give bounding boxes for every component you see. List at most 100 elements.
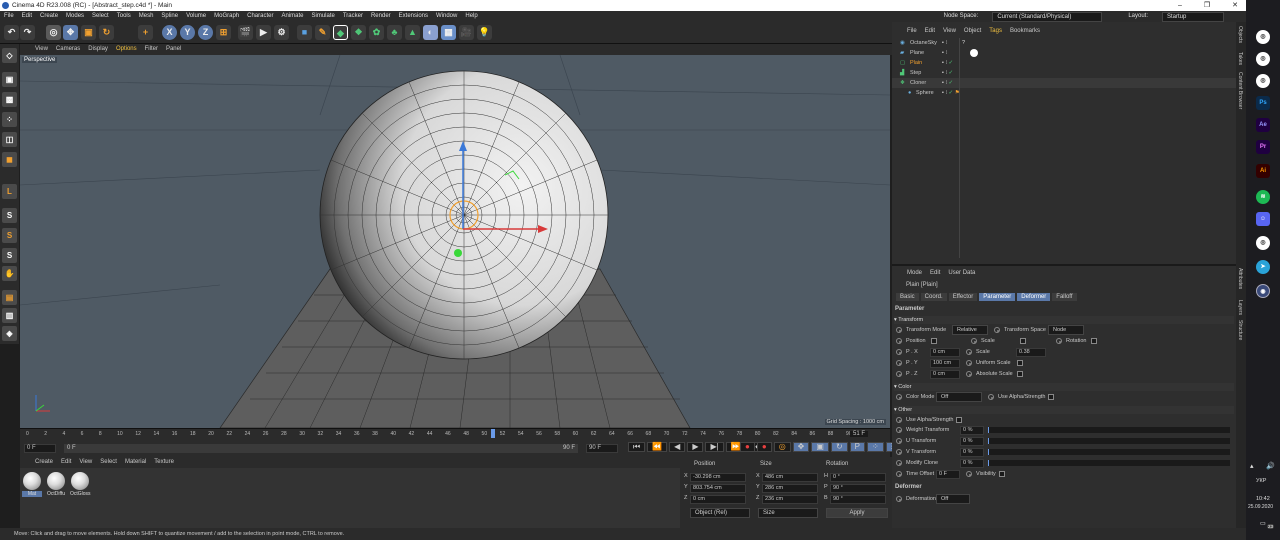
absolute-scale-checkbox[interactable] (1017, 371, 1023, 377)
scale-input[interactable]: 0.38 (1016, 347, 1046, 357)
telegram-icon[interactable]: ➤ (1256, 260, 1270, 274)
viewport-menu-options[interactable]: Options (116, 44, 137, 55)
menu-tools[interactable]: Tools (117, 11, 131, 22)
volume-icon[interactable]: 🔊 (1266, 462, 1275, 470)
object-row-plain[interactable]: ▢ Plain ▪ ⁞ ✓ (892, 58, 1236, 68)
color-section-header[interactable]: ▾ Color (894, 383, 1234, 391)
object-menu-bookmarks[interactable]: Bookmarks (1010, 26, 1040, 36)
scale-key-icon[interactable]: ▣ (811, 442, 829, 452)
material-menu-view[interactable]: View (79, 457, 92, 468)
timeline-playhead[interactable] (490, 429, 495, 438)
transform-mode-dropdown[interactable]: Relative (952, 325, 988, 335)
menu-tracker[interactable]: Tracker (343, 11, 363, 22)
scale-checkbox[interactable] (1020, 338, 1026, 344)
polygons-mode-icon[interactable]: ◼ (2, 152, 17, 167)
premiere-icon[interactable]: Pr (1256, 140, 1270, 154)
menu-select[interactable]: Select (92, 11, 109, 22)
go-to-start-icon[interactable]: ⏮ (628, 442, 646, 452)
record-active-objects-icon[interactable]: ● (740, 442, 755, 452)
render-view-icon[interactable]: 🎬 (238, 25, 253, 40)
material-tag-icon[interactable] (970, 49, 978, 57)
workplane-grid-icon[interactable]: ▥ (2, 308, 17, 323)
minimize-button[interactable]: – (1178, 0, 1182, 11)
object-row-cloner[interactable]: ❖ Cloner ▪ ⁞ ✓ (892, 78, 1236, 88)
material-menu-edit[interactable]: Edit (61, 457, 71, 468)
viewport-menu-filter[interactable]: Filter (145, 44, 158, 55)
rotation-p-field[interactable]: 90 ° (830, 484, 886, 493)
planar-workplane-icon[interactable]: ▤ (2, 290, 17, 305)
points-mode-icon[interactable]: ⁘ (2, 112, 17, 127)
menu-volume[interactable]: Volume (186, 11, 206, 22)
node-space-dropdown[interactable]: Current (Standard/Physical) (992, 11, 1103, 22)
discord-icon[interactable]: ☺ (1256, 212, 1270, 226)
position-key-icon[interactable]: ✥ (792, 442, 810, 452)
position-y-field[interactable]: 803.754 cm (690, 484, 746, 493)
photoshop-icon[interactable]: Ps (1256, 96, 1270, 110)
subdivision-icon[interactable]: ◆ (333, 25, 348, 40)
clock-time[interactable]: 10:42 (1256, 496, 1270, 502)
material-menu-texture[interactable]: Texture (154, 457, 174, 468)
rotation-h-field[interactable]: 0 ° (830, 473, 886, 482)
viewport-menu-display[interactable]: Display (88, 44, 108, 55)
rotate-icon[interactable]: ↻ (99, 25, 114, 40)
u-transform-slider[interactable] (988, 438, 1230, 444)
viewport-menu-panel[interactable]: Panel (166, 44, 181, 55)
timeline-ruler[interactable]: 0 2 4 6 8 10 12 14 16 18 20 22 24 26 28 30 32 34 36 38 40 42 4… (20, 428, 890, 440)
menu-window[interactable]: Window (436, 11, 457, 22)
color-mode-dropdown[interactable]: Off (936, 392, 982, 402)
attr-menu-mode[interactable]: Mode (907, 268, 922, 278)
tab-basic[interactable]: Basic (896, 293, 919, 301)
clock-date[interactable]: 25.09.2020 (1248, 504, 1273, 510)
preview-range-slider[interactable]: 0 F 90 F (64, 444, 578, 453)
scale-icon[interactable]: ▣ (81, 25, 96, 40)
visibility-dots[interactable]: ▪ ⁞ ✓ (942, 68, 953, 78)
undo-icon[interactable]: ↶ (4, 25, 19, 40)
keyframe-selection-icon[interactable]: ◎ (773, 442, 791, 452)
light-icon[interactable]: 🎥 (459, 25, 474, 40)
v-transform-slider[interactable] (988, 449, 1230, 455)
viewport-menu-cameras[interactable]: Cameras (56, 44, 80, 55)
locked-workplane-icon[interactable]: ✋ (2, 266, 17, 281)
menu-help[interactable]: Help (465, 11, 477, 22)
tab-parameter[interactable]: Parameter (979, 293, 1016, 301)
camera-icon[interactable]: ▦ (441, 25, 456, 40)
menu-modes[interactable]: Modes (66, 11, 84, 22)
illustrator-icon[interactable]: Ai (1256, 164, 1270, 178)
start-frame-field[interactable]: 0 F (24, 444, 56, 453)
object-menu-file[interactable]: File (907, 26, 917, 36)
attr-menu-edit[interactable]: Edit (930, 268, 940, 278)
chrome-icon[interactable]: ◎ (1256, 30, 1270, 44)
object-menu-view[interactable]: View (943, 26, 956, 36)
transform-section-header[interactable]: ▾ Transform (894, 316, 1234, 324)
play-icon[interactable]: ▶ (687, 442, 704, 452)
size-z-field[interactable]: 236 cm (762, 495, 818, 504)
weight-transform-input[interactable]: 0 % (960, 425, 984, 435)
side-tab-layers[interactable]: Layers (1237, 300, 1243, 315)
rotation-key-icon[interactable]: ↻ (830, 442, 848, 452)
menu-file[interactable]: File (4, 11, 14, 22)
coordinate-mode-dropdown[interactable]: Object (Rel) (690, 508, 750, 518)
maximize-button[interactable]: ❐ (1204, 0, 1210, 11)
layer-icon[interactable]: ◈ (2, 326, 17, 341)
menu-render[interactable]: Render (371, 11, 391, 22)
side-tab-content-browser[interactable]: Content Browser (1237, 72, 1243, 109)
uniform-scale-checkbox[interactable] (1017, 360, 1023, 366)
tray-arrow-icon[interactable]: ▴ (1250, 462, 1254, 470)
model-mode-icon[interactable]: ▣ (2, 72, 17, 87)
next-frame-icon[interactable]: ▶| (705, 442, 724, 452)
menu-mograph[interactable]: MoGraph (214, 11, 239, 22)
visibility-dots[interactable]: ▪ ⁞ ✓ (942, 78, 953, 88)
time-offset-input[interactable]: 0 F (936, 469, 960, 479)
coordinate-system-icon[interactable]: ⊞ (216, 25, 231, 40)
side-tab-objects[interactable]: Objects (1237, 26, 1243, 43)
position-checkbox[interactable] (931, 338, 937, 344)
weight-transform-slider[interactable] (988, 427, 1230, 433)
autokeying-icon[interactable]: ● (756, 442, 772, 452)
object-menu-edit[interactable]: Edit (925, 26, 935, 36)
material-menu-material[interactable]: Material (125, 457, 146, 468)
rotation-b-field[interactable]: 90 ° (830, 495, 886, 504)
snap-icon[interactable]: S (2, 208, 17, 223)
size-mode-dropdown[interactable]: Size (758, 508, 818, 518)
menu-character[interactable]: Character (247, 11, 273, 22)
rotation-checkbox[interactable] (1091, 338, 1097, 344)
